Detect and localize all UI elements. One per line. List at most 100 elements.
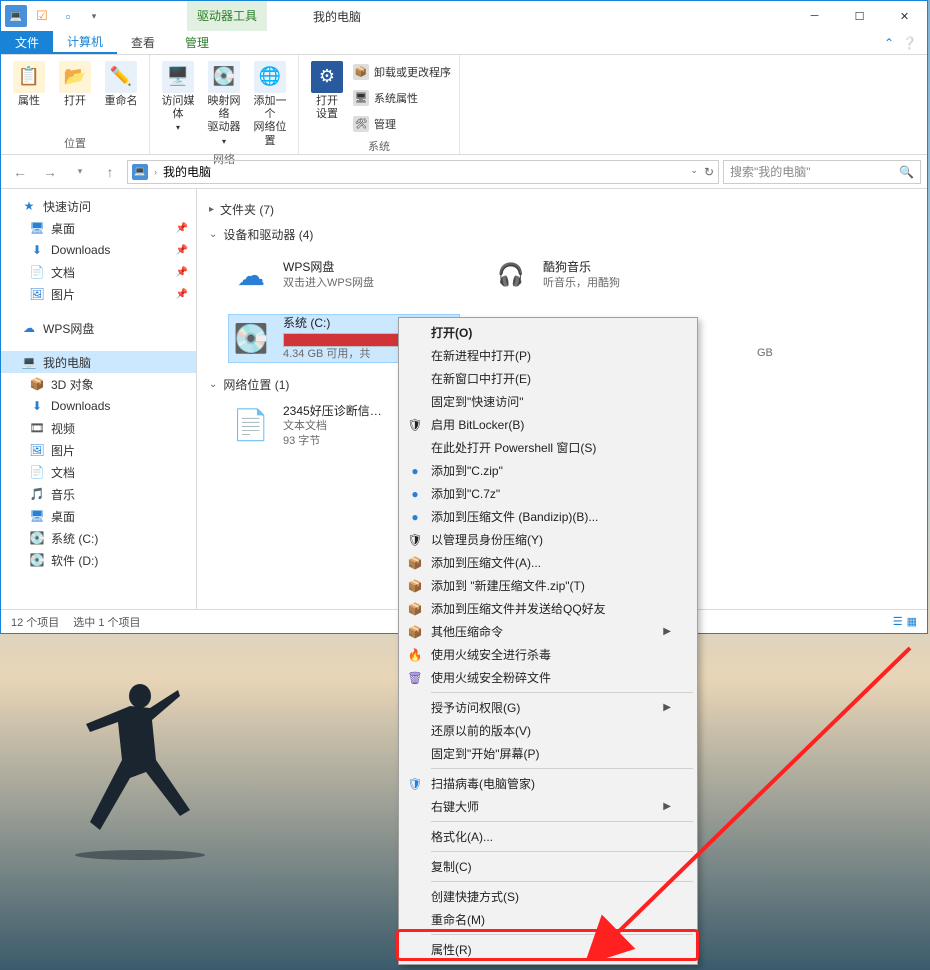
file-tab[interactable]: 文件 xyxy=(1,31,53,54)
manage-button[interactable]: 🛠管理 xyxy=(353,113,451,135)
add-network-location-button[interactable]: 🌐添加一个 网络位置 xyxy=(250,59,290,148)
cm-add-send-qq[interactable]: 📦添加到压缩文件并发送给QQ好友 xyxy=(401,597,695,620)
cm-powershell[interactable]: 在此处打开 Powershell 窗口(S) xyxy=(401,436,695,459)
item-kugou[interactable]: 🎧 酷狗音乐听音乐，用酷狗 xyxy=(489,253,719,297)
help-icon[interactable]: ❔ xyxy=(902,36,917,50)
sidebar-wps[interactable]: ☁WPS网盘 xyxy=(1,317,196,339)
archive-icon: 📦 xyxy=(407,601,423,617)
forward-button[interactable]: → xyxy=(37,159,63,185)
open-settings-button[interactable]: ⚙打开 设置 xyxy=(307,59,347,121)
access-media-button[interactable]: 🖥️访问媒体▾ xyxy=(158,59,198,133)
cm-open-new-process[interactable]: 在新进程中打开(P) xyxy=(401,344,695,367)
sidebar-item-downloads2[interactable]: ⬇Downloads xyxy=(1,395,196,417)
cm-admin-compress[interactable]: 🛡以管理员身份压缩(Y) xyxy=(401,528,695,551)
recent-dropdown[interactable]: ▾ xyxy=(67,159,93,185)
archive-icon: 📦 xyxy=(407,578,423,594)
cm-huorong-shred[interactable]: 🗑使用火绒安全粉碎文件 xyxy=(401,666,695,689)
cm-open[interactable]: 打开(O) xyxy=(401,321,695,344)
maximize-button[interactable]: ☐ xyxy=(837,2,882,31)
rename-button[interactable]: ✏️重命名 xyxy=(101,59,141,108)
cm-add-archive-a[interactable]: 📦添加到压缩文件(A)... xyxy=(401,551,695,574)
refresh-icon[interactable]: ↻ xyxy=(704,165,714,179)
cm-huorong-scan[interactable]: 🔥使用火绒安全进行杀毒 xyxy=(401,643,695,666)
map-drive-button[interactable]: 💽映射网络 驱动器▾ xyxy=(204,59,244,146)
cm-grant-access[interactable]: 授予访问权限(G)▶ xyxy=(401,696,695,719)
cm-pin-start[interactable]: 固定到"开始"屏幕(P) xyxy=(401,742,695,765)
back-button[interactable]: ← xyxy=(7,159,33,185)
cm-copy[interactable]: 复制(C) xyxy=(401,855,695,878)
bandizip-icon: ● xyxy=(407,509,423,525)
pictures-icon: 🖼 xyxy=(29,286,45,302)
ribbon-collapse-icon[interactable]: ⌃ xyxy=(884,36,894,50)
cm-open-new-window[interactable]: 在新窗口中打开(E) xyxy=(401,367,695,390)
sidebar-item-videos[interactable]: 🎞视频 xyxy=(1,417,196,439)
pin-icon: 📌 xyxy=(176,245,188,256)
cm-add-archive-new[interactable]: 📦添加到 "新建压缩文件.zip"(T) xyxy=(401,574,695,597)
sidebar-item-pictures[interactable]: 🖼图片📌 xyxy=(1,283,196,305)
tiles-view-icon[interactable]: ▦ xyxy=(907,615,917,628)
cm-right-master[interactable]: 右键大师▶ xyxy=(401,795,695,818)
cm-bandizip[interactable]: ●添加到压缩文件 (Bandizip)(B)... xyxy=(401,505,695,528)
view-tab[interactable]: 查看 xyxy=(117,31,169,54)
sidebar-item-documents[interactable]: 📄文档📌 xyxy=(1,261,196,283)
sidebar-this-pc[interactable]: 💻我的电脑 xyxy=(1,351,196,373)
cm-rename[interactable]: 重命名(M) xyxy=(401,908,695,931)
details-view-icon[interactable]: ☰ xyxy=(893,615,903,628)
item-wps[interactable]: ☁ WPS网盘双击进入WPS网盘 xyxy=(229,253,459,297)
cm-previous-versions[interactable]: 还原以前的版本(V) xyxy=(401,719,695,742)
sidebar-item-pictures2[interactable]: 🖼图片 xyxy=(1,439,196,461)
uninstall-change-button[interactable]: 📦卸载或更改程序 xyxy=(353,61,451,83)
sidebar-item-desktop2[interactable]: 🖥桌面 xyxy=(1,505,196,527)
qat-new-icon[interactable]: ▫ xyxy=(57,5,79,27)
sidebar-item-3dobjects[interactable]: 📦3D 对象 xyxy=(1,373,196,395)
window-title: 我的电脑 xyxy=(313,8,361,25)
computer-tab[interactable]: 计算机 xyxy=(53,31,117,54)
open-button[interactable]: 📂打开 xyxy=(55,59,95,108)
devices-header[interactable]: ⌄设备和驱动器 (4) xyxy=(209,222,915,247)
folders-header[interactable]: ▸文件夹 (7) xyxy=(209,197,915,222)
address-dropdown-icon[interactable]: ⌄ xyxy=(690,165,698,179)
sidebar-item-music[interactable]: 🎵音乐 xyxy=(1,483,196,505)
cm-format[interactable]: 格式化(A)... xyxy=(401,825,695,848)
context-menu: 打开(O) 在新进程中打开(P) 在新窗口中打开(E) 固定到"快速访问" 🛡启… xyxy=(398,317,698,965)
chevron-right-icon: ▸ xyxy=(209,204,214,215)
cm-add-c7z[interactable]: ●添加到"C.7z" xyxy=(401,482,695,505)
cloud-icon: ☁ xyxy=(21,320,37,336)
textfile-icon: 📄 xyxy=(229,404,273,448)
sidebar-item-drive-c[interactable]: 💽系统 (C:) xyxy=(1,527,196,549)
system-properties-button[interactable]: 🖥系统属性 xyxy=(353,87,451,109)
sidebar-quick-access[interactable]: ★快速访问 xyxy=(1,195,196,217)
sidebar-item-downloads[interactable]: ⬇Downloads📌 xyxy=(1,239,196,261)
cm-bitlocker[interactable]: 🛡启用 BitLocker(B) xyxy=(401,413,695,436)
sidebar-item-documents2[interactable]: 📄文档 xyxy=(1,461,196,483)
manage-tab[interactable]: 管理 xyxy=(171,31,223,54)
flame-icon: 🔥 xyxy=(407,647,423,663)
search-input[interactable]: 搜索"我的电脑" 🔍 xyxy=(723,160,921,184)
qat-dropdown-icon[interactable]: ▾ xyxy=(83,5,105,27)
search-icon[interactable]: 🔍 xyxy=(899,165,914,179)
sidebar-item-desktop[interactable]: 🖥桌面📌 xyxy=(1,217,196,239)
cm-add-czip[interactable]: ●添加到"C.zip" xyxy=(401,459,695,482)
cloud-icon: ☁ xyxy=(229,253,273,297)
quick-access-toolbar: 💻 ☑ ▫ ▾ xyxy=(1,5,109,27)
cm-pin-quick[interactable]: 固定到"快速访问" xyxy=(401,390,695,413)
sidebar-item-drive-d[interactable]: 💽软件 (D:) xyxy=(1,549,196,571)
shield-icon: 🛡 xyxy=(407,532,423,548)
desktop-icon: 🖥 xyxy=(29,220,45,236)
cm-properties[interactable]: 属性(R) xyxy=(401,938,695,961)
address-bar[interactable]: 💻 › 我的电脑 ⌄ ↻ xyxy=(127,160,719,184)
pin-icon: 📌 xyxy=(176,267,188,278)
cm-other-compress[interactable]: 📦其他压缩命令▶ xyxy=(401,620,695,643)
downloads-icon: ⬇ xyxy=(29,398,45,414)
chevron-down-icon: ⌄ xyxy=(209,229,217,240)
properties-button[interactable]: 📋属性 xyxy=(9,59,49,108)
location-group-label: 位置 xyxy=(9,132,141,154)
minimize-button[interactable]: ─ xyxy=(792,2,837,31)
chevron-right-icon: ▶ xyxy=(663,626,671,637)
close-button[interactable]: ✕ xyxy=(882,2,927,31)
cm-create-shortcut[interactable]: 创建快捷方式(S) xyxy=(401,885,695,908)
cm-pcmanager-scan[interactable]: 🛡扫描病毒(电脑管家) xyxy=(401,772,695,795)
up-button[interactable]: ↑ xyxy=(97,159,123,185)
pc-icon: 💻 xyxy=(21,354,37,370)
qat-properties-icon[interactable]: ☑ xyxy=(31,5,53,27)
